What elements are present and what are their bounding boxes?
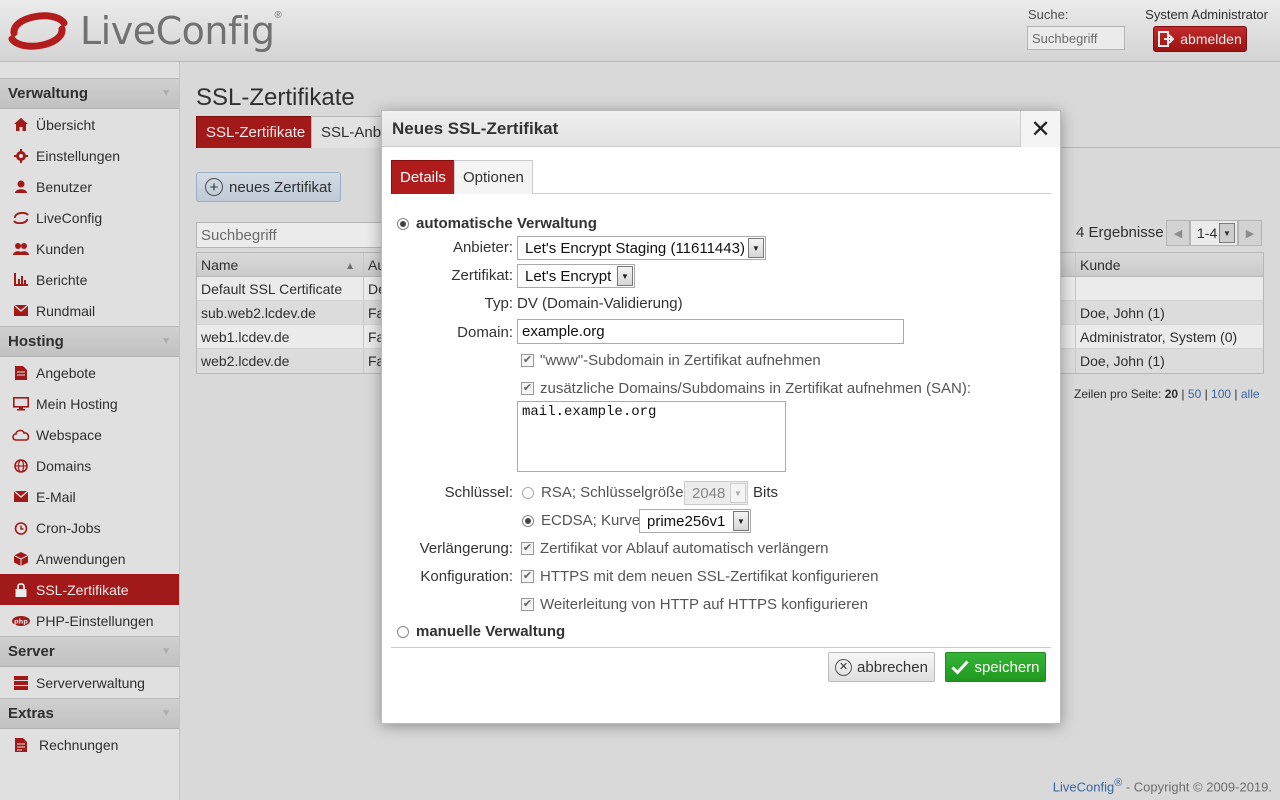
zertifikat-select[interactable]: Let's Encrypt ▼	[517, 264, 635, 288]
bits-label: Bits	[753, 484, 779, 501]
https-config-checkbox[interactable]: ✔	[521, 570, 534, 583]
auto-management-label: automatische Verwaltung	[416, 215, 597, 232]
san-checkbox[interactable]: ✔	[521, 382, 534, 395]
http-redirect-label: Weiterleitung von HTTP auf HTTPS konfigu…	[540, 596, 868, 613]
san-textarea[interactable]: mail.example.org	[517, 401, 786, 472]
www-subdomain-label: "www"-Subdomain in Zertifikat aufnehmen	[540, 352, 821, 369]
san-label: zusätzliche Domains/Subdomains in Zertif…	[540, 380, 972, 397]
anbieter-select[interactable]: Let's Encrypt Staging (11611443) ▼	[517, 236, 766, 260]
cancel-circle-icon: ✕	[835, 658, 853, 676]
manual-management-label: manuelle Verwaltung	[416, 623, 566, 640]
new-ssl-certificate-dialog: Neues SSL-Zertifikat ✕ Details Optionen …	[381, 110, 1061, 724]
anbieter-label: Anbieter:	[452, 239, 513, 256]
manual-management-radio[interactable]	[397, 626, 409, 638]
dialog-footer-divider	[391, 647, 1051, 648]
chevron-down-icon: ▼	[730, 483, 746, 503]
save-button[interactable]: speichern	[945, 652, 1046, 682]
auto-renew-checkbox[interactable]: ✔	[521, 542, 534, 555]
dialog-close-button[interactable]: ✕	[1020, 111, 1060, 147]
close-icon: ✕	[1030, 115, 1051, 143]
cancel-button[interactable]: ✕ abbrechen	[828, 652, 935, 682]
rsa-radio[interactable]	[522, 487, 534, 499]
dialog-title: Neues SSL-Zertifikat	[382, 111, 1060, 147]
checkmark-icon	[951, 660, 970, 675]
https-config-label: HTTPS mit dem neuen SSL-Zertifikat konfi…	[540, 568, 879, 585]
chevron-down-icon: ▼	[617, 266, 633, 286]
tab-details[interactable]: Details	[391, 160, 455, 194]
typ-value: DV (Domain-Validierung)	[517, 295, 683, 312]
konfiguration-label: Konfiguration:	[420, 568, 513, 585]
auto-renew-label: Zertifikat vor Ablauf automatisch verlän…	[540, 540, 829, 557]
chevron-down-icon: ▼	[748, 238, 764, 258]
auto-management-radio[interactable]	[397, 218, 409, 230]
dialog-tabs: Details Optionen	[391, 160, 1051, 194]
typ-label: Typ:	[484, 295, 513, 312]
rsa-keysize-select[interactable]: 2048 ▼	[684, 481, 748, 505]
schluessel-label: Schlüssel:	[444, 484, 513, 501]
chevron-down-icon: ▼	[733, 511, 749, 531]
verlaengerung-label: Verlängerung:	[419, 540, 513, 557]
domain-label: Domain:	[457, 324, 513, 341]
ecdsa-label: ECDSA; Kurve:	[541, 512, 645, 529]
zertifikat-label: Zertifikat:	[451, 267, 513, 284]
rsa-label: RSA; Schlüsselgröße:	[541, 484, 688, 501]
http-redirect-checkbox[interactable]: ✔	[521, 598, 534, 611]
ecdsa-radio[interactable]	[522, 515, 534, 527]
www-subdomain-checkbox[interactable]: ✔	[521, 354, 534, 367]
ecdsa-curve-select[interactable]: prime256v1 ▼	[639, 509, 751, 533]
tab-optionen[interactable]: Optionen	[454, 160, 533, 194]
domain-input[interactable]	[517, 319, 904, 344]
